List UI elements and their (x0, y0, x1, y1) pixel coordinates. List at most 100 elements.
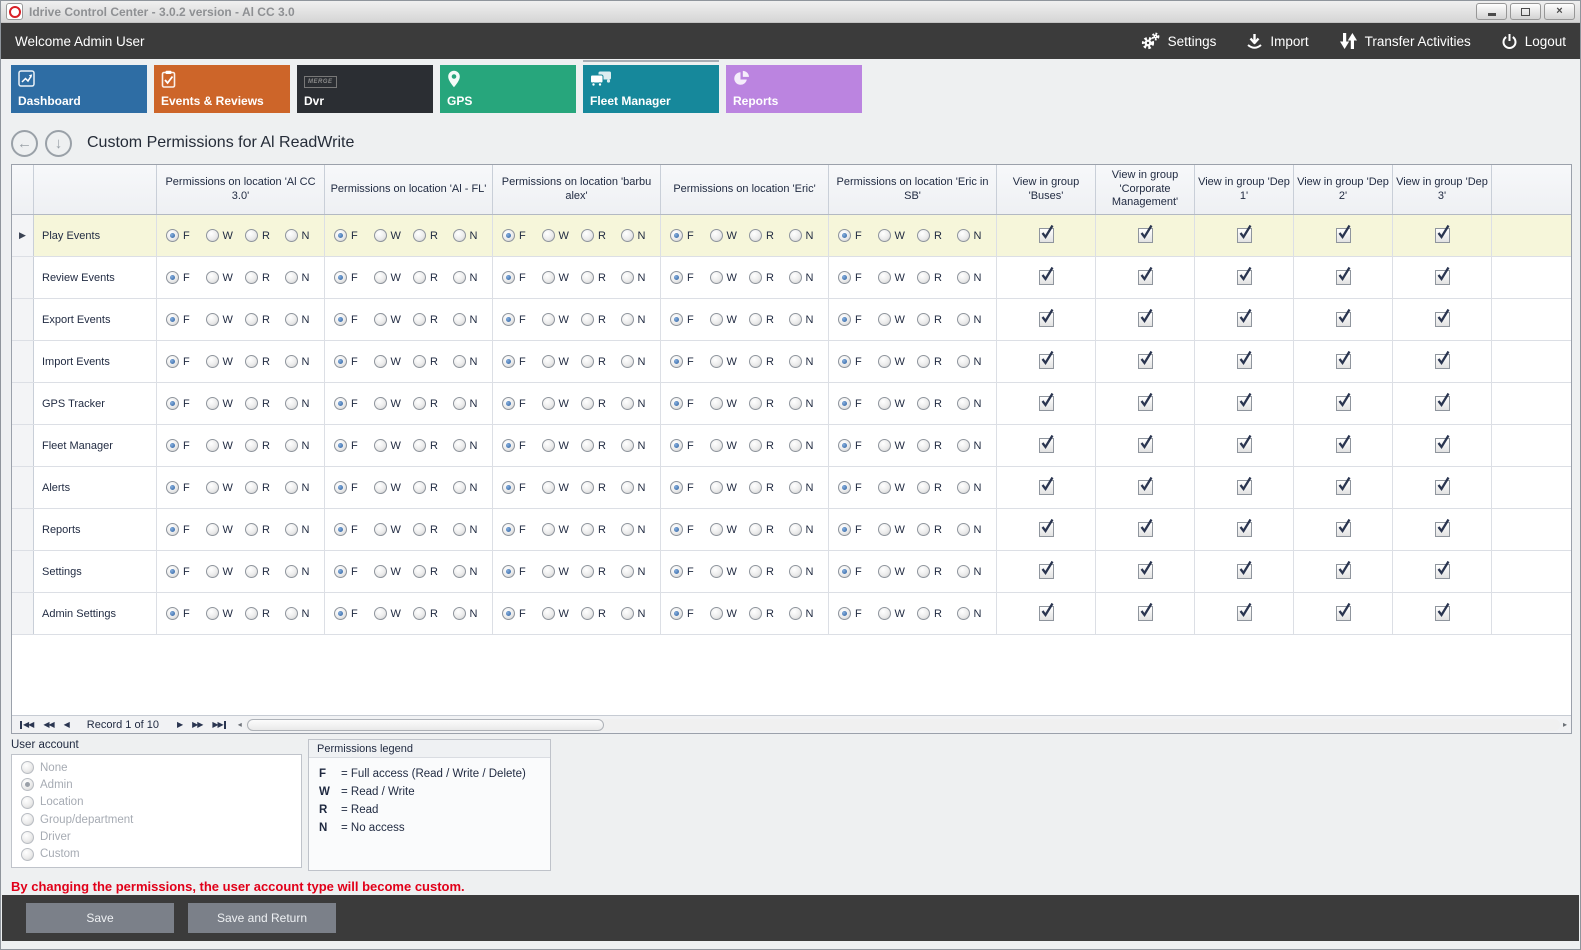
permission-option-W[interactable]: W (542, 313, 582, 326)
radio-R[interactable] (917, 271, 930, 284)
radio-R[interactable] (413, 565, 426, 578)
permission-option-R[interactable]: R (917, 523, 957, 536)
permission-option-N[interactable]: N (621, 607, 661, 620)
permission-option-F[interactable]: F (166, 355, 206, 368)
radio-N[interactable] (789, 313, 802, 326)
user-account-option-group-department[interactable]: Group/department (21, 813, 292, 826)
radio-W[interactable] (878, 481, 891, 494)
permission-option-W[interactable]: W (710, 313, 750, 326)
group-checkbox-checked[interactable] (1138, 606, 1153, 621)
radio-F-selected[interactable] (670, 523, 683, 536)
permission-option-F[interactable]: F (670, 439, 710, 452)
permission-option-N[interactable]: N (621, 397, 661, 410)
permission-option-N[interactable]: N (789, 523, 829, 536)
group-checkbox-checked[interactable] (1435, 522, 1450, 537)
permission-option-W[interactable]: W (710, 523, 750, 536)
radio-R[interactable] (413, 397, 426, 410)
permission-option-F[interactable]: F (502, 355, 542, 368)
group-checkbox-checked[interactable] (1435, 438, 1450, 453)
permission-option-R[interactable]: R (917, 313, 957, 326)
permission-option-R[interactable]: R (749, 607, 789, 620)
permission-option-R[interactable]: R (749, 355, 789, 368)
radio-N[interactable] (957, 313, 970, 326)
radio-N[interactable] (453, 271, 466, 284)
permission-option-F[interactable]: F (166, 313, 206, 326)
permission-option-R[interactable]: R (581, 481, 621, 494)
column-header-group-0[interactable]: View in group 'Buses' (997, 165, 1096, 214)
radio-R[interactable] (413, 229, 426, 242)
permission-option-N[interactable]: N (285, 523, 325, 536)
radio-N[interactable] (621, 271, 634, 284)
permission-option-N[interactable]: N (957, 523, 997, 536)
tab-dvr[interactable]: MERGEDvr (297, 65, 433, 113)
radio-W[interactable] (206, 607, 219, 620)
permission-option-W[interactable]: W (710, 565, 750, 578)
radio-W[interactable] (206, 397, 219, 410)
permission-option-N[interactable]: N (453, 313, 493, 326)
permission-option-N[interactable]: N (453, 229, 493, 242)
column-header-location-3[interactable]: Permissions on location 'Eric' (661, 165, 829, 214)
permission-option-W[interactable]: W (878, 439, 918, 452)
radio-F-selected[interactable] (670, 481, 683, 494)
permission-option-R[interactable]: R (245, 607, 285, 620)
permission-option-N[interactable]: N (957, 313, 997, 326)
radio-W[interactable] (374, 523, 387, 536)
radio-W[interactable] (878, 397, 891, 410)
radio-F-selected[interactable] (166, 313, 179, 326)
next-page-button[interactable]: ▶▶ (188, 720, 206, 729)
group-checkbox-checked[interactable] (1237, 522, 1252, 537)
radio-R[interactable] (245, 355, 258, 368)
permission-option-R[interactable]: R (581, 271, 621, 284)
permission-option-R[interactable]: R (245, 565, 285, 578)
radio-F-selected[interactable] (502, 313, 515, 326)
permission-option-F[interactable]: F (334, 271, 374, 284)
group-checkbox-checked[interactable] (1336, 270, 1351, 285)
permission-option-R[interactable]: R (917, 229, 957, 242)
radio-W[interactable] (878, 313, 891, 326)
permission-option-W[interactable]: W (542, 271, 582, 284)
radio-driver[interactable] (21, 831, 34, 844)
permission-option-N[interactable]: N (957, 355, 997, 368)
permission-option-N[interactable]: N (621, 229, 661, 242)
permission-option-R[interactable]: R (917, 397, 957, 410)
radio-F-selected[interactable] (670, 355, 683, 368)
radio-R[interactable] (413, 607, 426, 620)
group-checkbox-checked[interactable] (1138, 522, 1153, 537)
group-checkbox-checked[interactable] (1336, 522, 1351, 537)
permission-option-N[interactable]: N (621, 313, 661, 326)
group-checkbox-checked[interactable] (1039, 438, 1054, 453)
permission-option-F[interactable]: F (838, 607, 878, 620)
group-checkbox-checked[interactable] (1237, 564, 1252, 579)
user-account-option-driver[interactable]: Driver (21, 831, 292, 844)
radio-N[interactable] (285, 481, 298, 494)
permission-option-W[interactable]: W (206, 229, 246, 242)
scrollbar-track[interactable] (245, 719, 1560, 731)
permission-option-R[interactable]: R (413, 271, 453, 284)
column-header-location-1[interactable]: Permissions on location 'Al - FL' (325, 165, 493, 214)
permission-option-N[interactable]: N (789, 355, 829, 368)
radio-F-selected[interactable] (166, 523, 179, 536)
user-account-option-admin[interactable]: Admin (21, 778, 292, 791)
radio-N[interactable] (789, 481, 802, 494)
radio-F-selected[interactable] (502, 229, 515, 242)
permission-option-R[interactable]: R (413, 439, 453, 452)
group-checkbox-checked[interactable] (1237, 438, 1252, 453)
column-header-location-0[interactable]: Permissions on location 'Al CC 3.0' (157, 165, 325, 214)
group-checkbox-checked[interactable] (1138, 564, 1153, 579)
radio-R[interactable] (245, 397, 258, 410)
permission-option-F[interactable]: F (334, 229, 374, 242)
permission-option-N[interactable]: N (789, 397, 829, 410)
next-record-button[interactable]: ▶ (173, 720, 186, 729)
scroll-left-icon[interactable]: ◂ (238, 720, 242, 729)
permission-option-W[interactable]: W (206, 271, 246, 284)
permission-option-F[interactable]: F (670, 565, 710, 578)
radio-F-selected[interactable] (166, 355, 179, 368)
group-checkbox-checked[interactable] (1039, 354, 1054, 369)
radio-W[interactable] (710, 229, 723, 242)
radio-F-selected[interactable] (670, 313, 683, 326)
radio-group-department[interactable] (21, 813, 34, 826)
permission-option-F[interactable]: F (670, 229, 710, 242)
permission-option-R[interactable]: R (413, 313, 453, 326)
radio-W[interactable] (206, 481, 219, 494)
permission-option-F[interactable]: F (334, 313, 374, 326)
